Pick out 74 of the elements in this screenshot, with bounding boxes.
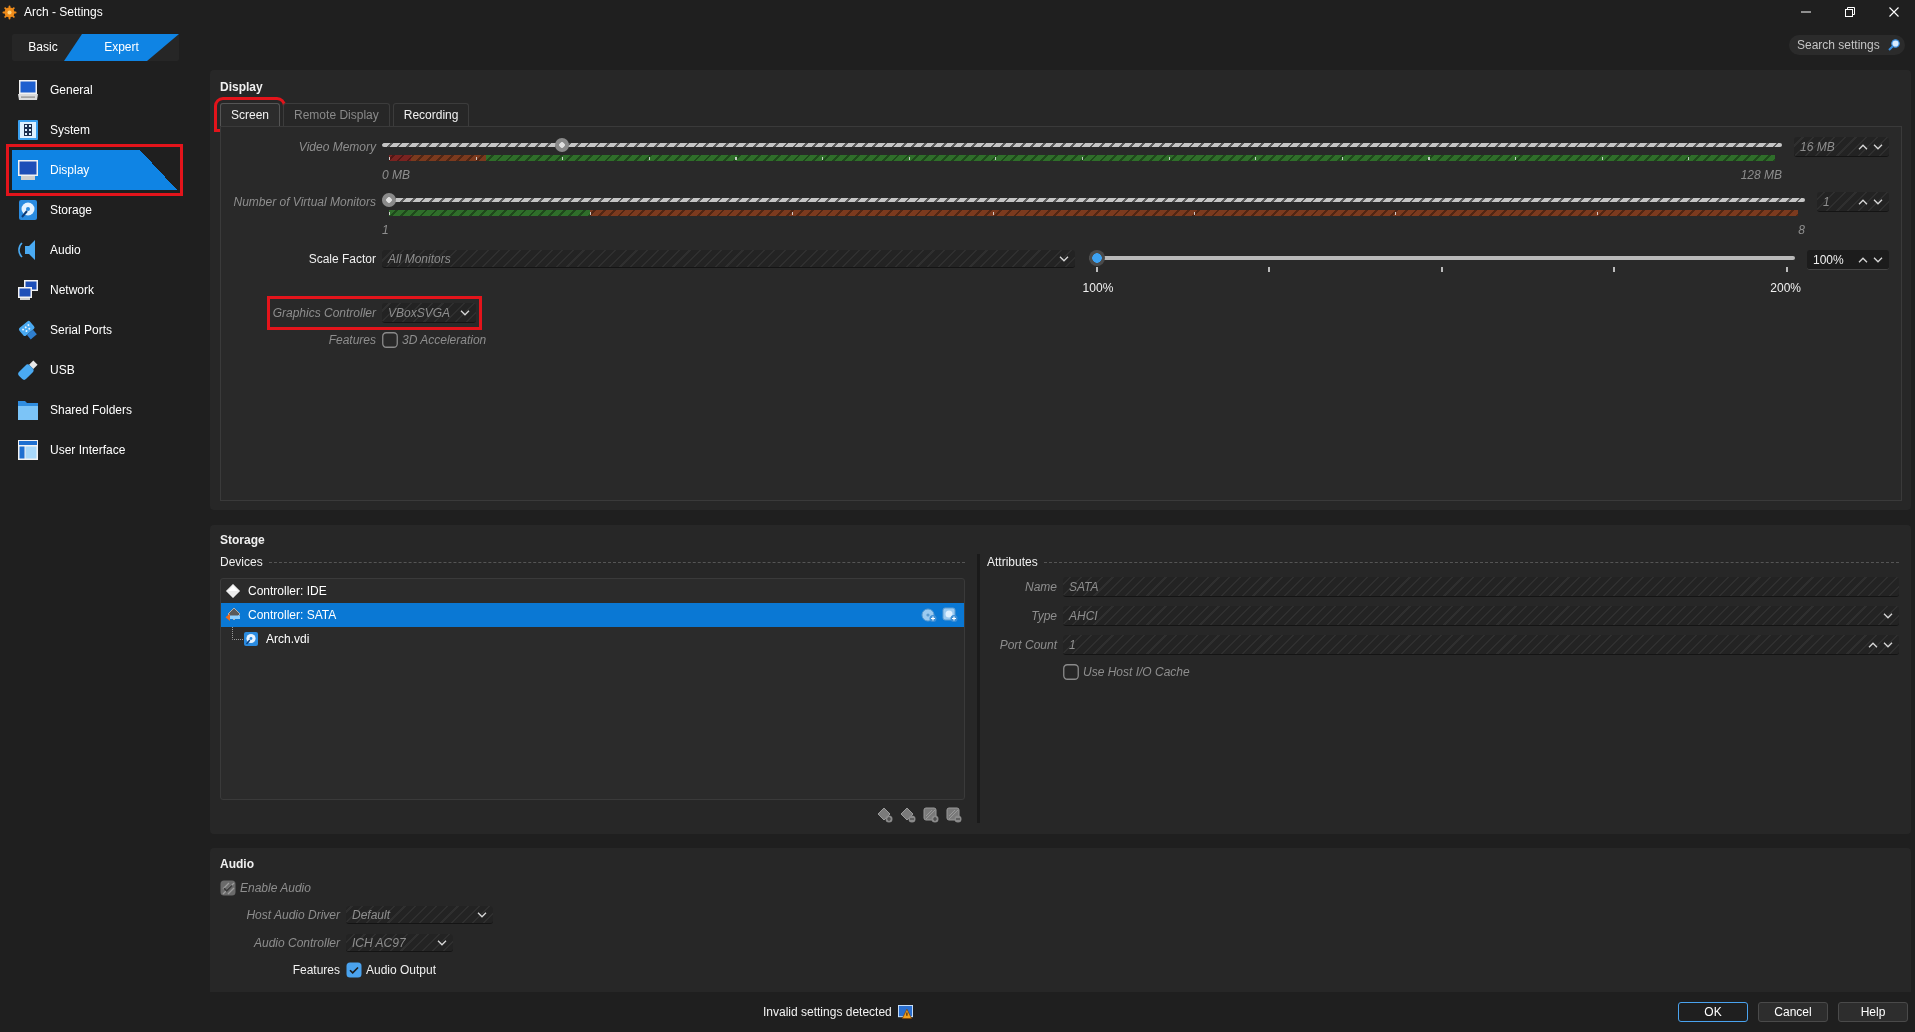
- group-title: Devices: [220, 555, 263, 569]
- diamond-icon: [225, 583, 241, 599]
- sidebar-item[interactable]: Network: [12, 270, 177, 310]
- computer-icon: [17, 79, 39, 101]
- window-title: Arch - Settings: [24, 5, 103, 19]
- section-title: Storage: [220, 532, 266, 548]
- disc-plus-icon[interactable]: [921, 607, 937, 623]
- diamond-plus-icon[interactable]: [877, 807, 893, 823]
- chevron-down-icon[interactable]: [1873, 256, 1883, 263]
- checkbox[interactable]: [346, 962, 362, 978]
- square-minus-icon[interactable]: [946, 807, 962, 823]
- diamond-minus-icon[interactable]: [900, 807, 916, 823]
- warning-icon: [897, 1004, 913, 1020]
- status-message: Invalid settings detected: [763, 1005, 892, 1019]
- folder-icon: [17, 399, 39, 421]
- mode-tab[interactable]: Expert: [64, 34, 179, 61]
- restore-icon[interactable]: [1845, 7, 1855, 17]
- disk-icon: [243, 631, 259, 647]
- field-label: Graphics Controller: [272, 306, 376, 320]
- sidebar-item[interactable]: Storage: [12, 190, 177, 230]
- disk-plus-icon[interactable]: [942, 607, 958, 623]
- slider-thumb[interactable]: [1088, 250, 1105, 266]
- chip-icon: [17, 119, 39, 141]
- field-label: Host Audio Driver: [245, 908, 340, 922]
- section-title: Audio: [220, 856, 255, 872]
- scale-label: 0 MB: [382, 167, 410, 183]
- search-icon[interactable]: [1888, 39, 1900, 51]
- scale-label: 200%: [1770, 280, 1801, 296]
- field-label: Type: [1030, 609, 1057, 623]
- diamond-arrow-icon: [225, 607, 241, 623]
- dialog-button[interactable]: Cancel: [1758, 1002, 1828, 1022]
- field-label: Features: [327, 333, 376, 347]
- monitor-icon: [17, 159, 39, 181]
- sidebar-item[interactable]: Shared Folders: [12, 390, 177, 430]
- chevron-up-icon[interactable]: [1858, 256, 1868, 263]
- sidebar-item[interactable]: Serial Ports: [12, 310, 177, 350]
- field-label: Name: [1024, 580, 1057, 594]
- window-icon: [17, 439, 39, 461]
- field-label: Number of Virtual Monitors: [232, 194, 376, 210]
- close-icon[interactable]: [1889, 7, 1899, 17]
- checkbox-label: Audio Output: [366, 963, 437, 977]
- checkbox-label: Use Host I/O Cache: [1083, 665, 1190, 679]
- search-field[interactable]: Search settings: [1789, 35, 1905, 55]
- usb-stick-icon: [17, 359, 39, 381]
- tree-line: [232, 627, 243, 640]
- group-title: Attributes: [987, 555, 1038, 569]
- tree-item[interactable]: Arch.vdi: [221, 627, 964, 651]
- dialog-button[interactable]: OK: [1678, 1002, 1748, 1022]
- spin-box[interactable]: 100%: [1807, 250, 1889, 270]
- monitors-icon: [17, 279, 39, 301]
- mode-tab[interactable]: Basic: [12, 34, 64, 61]
- square-plus-icon[interactable]: [923, 807, 939, 823]
- tree-item[interactable]: Controller: IDE: [221, 579, 964, 603]
- field-label: Scale Factor: [307, 251, 376, 268]
- section-title: Display: [220, 79, 264, 95]
- field-label: Features: [291, 963, 340, 977]
- dialog-button[interactable]: Help: [1838, 1002, 1908, 1022]
- scale-label: 1: [382, 222, 389, 238]
- checkbox-label: 3D Acceleration: [402, 333, 487, 347]
- tree-item[interactable]: Controller: SATA: [221, 603, 964, 627]
- gear-icon: [2, 4, 17, 20]
- scale-label: 8: [1798, 222, 1805, 238]
- checkbox-label: Enable Audio: [240, 881, 311, 895]
- field-label: Port Count: [998, 638, 1057, 652]
- sidebar-item[interactable]: Audio: [12, 230, 177, 270]
- plug-icon: [17, 319, 39, 341]
- scale-label: 128 MB: [1740, 167, 1782, 183]
- field-label: Video Memory: [297, 139, 376, 155]
- sidebar-item[interactable]: User Interface: [12, 430, 177, 470]
- field-label: Audio Controller: [252, 936, 340, 950]
- tab[interactable]: Recording: [392, 103, 470, 126]
- sidebar-item[interactable]: USB: [12, 350, 177, 390]
- sidebar-item[interactable]: General: [12, 70, 177, 110]
- scale-label: 100%: [1082, 280, 1114, 296]
